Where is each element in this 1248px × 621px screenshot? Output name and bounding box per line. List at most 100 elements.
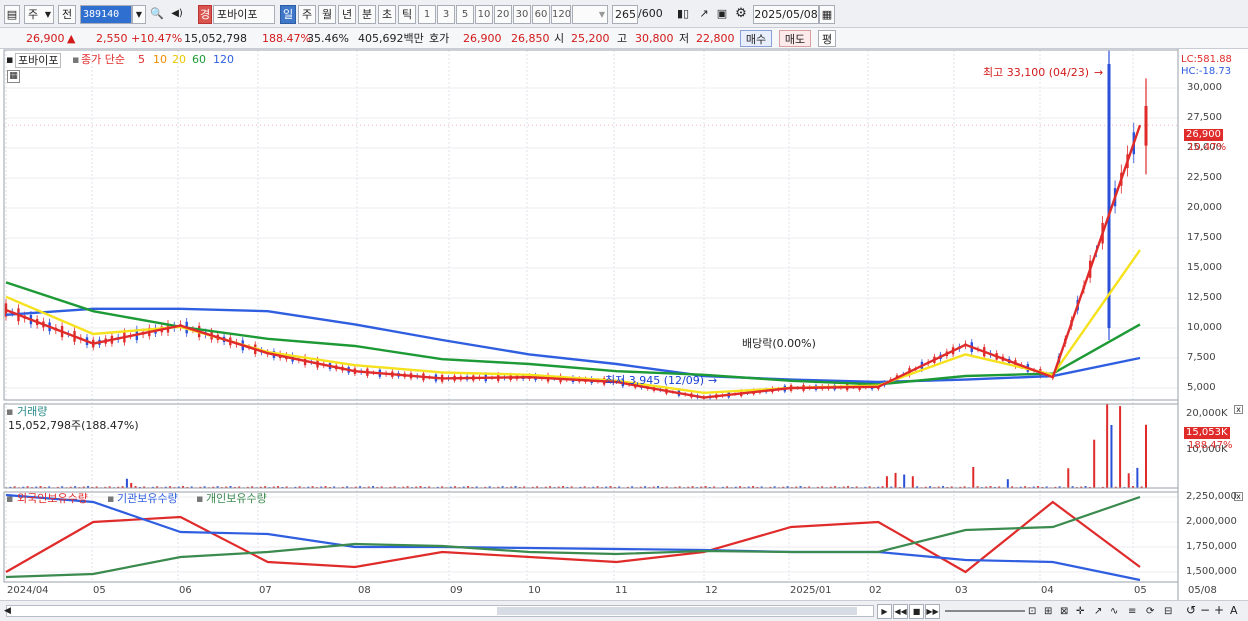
zoom-in-icon[interactable]: + (1214, 604, 1224, 617)
evaluate-button[interactable]: 평 (818, 30, 836, 47)
current-price-tag: 26,900 (1184, 129, 1223, 141)
interval-5-button[interactable]: 5 (456, 5, 474, 24)
panel-marker-icon: ▪ (6, 405, 14, 418)
x-tick-label: 09 (450, 585, 463, 596)
open-label: 시 (554, 32, 565, 45)
period-day-button[interactable]: 일 (280, 5, 296, 24)
ma-line-종가 (5, 124, 1142, 399)
step-forward-icon[interactable]: ▶▶ (925, 604, 940, 619)
horizontal-scrollbar[interactable] (6, 605, 874, 617)
zoom-select-icon[interactable]: ⊠ (1060, 605, 1068, 618)
holding-ytick: 2,250,000 (1186, 491, 1237, 502)
calendar-icon[interactable]: ▦ (819, 5, 835, 24)
interval-30-button[interactable]: 30 (513, 5, 531, 24)
interval-select[interactable]: ▼ (572, 5, 608, 24)
interval-3-button[interactable]: 3 (437, 5, 455, 24)
search-icon[interactable]: 🔍 (149, 5, 165, 24)
sell-button[interactable]: 매도 (779, 30, 811, 47)
period-year-button[interactable]: 년 (338, 5, 356, 24)
x-axis-end-label: 05/08 (1188, 585, 1217, 596)
mode-label: 주 (28, 8, 39, 21)
gear-icon[interactable]: ⚙ (732, 5, 750, 24)
volume-bar (125, 478, 128, 488)
auto-scale-icon[interactable]: A (1230, 604, 1238, 617)
fibo-tool-icon[interactable]: ≡ (1128, 605, 1136, 618)
trade-amount: 405,692백만 (358, 32, 424, 45)
high-label: 고 (617, 32, 628, 45)
reset-icon[interactable]: ↺ (1186, 604, 1196, 617)
price-ytick: 20,000 (1187, 202, 1222, 213)
mode-select[interactable]: 주 ▼ (24, 5, 54, 24)
ask-price: 26,900 (463, 32, 502, 45)
volume-bar (894, 472, 897, 488)
scrollbar-thumb[interactable] (497, 607, 857, 615)
step-back-icon[interactable]: ◀◀ (893, 604, 908, 619)
grid-toggle-icon[interactable]: ▦ (7, 70, 20, 83)
interval-120-button[interactable]: 120 (551, 5, 571, 24)
volume-bar (885, 476, 888, 488)
panel-marker-icon: ▪ (196, 492, 204, 505)
volume-bar (1106, 404, 1109, 488)
price-ytick: 30,000 (1187, 82, 1222, 93)
current-pct-tag: 10.47% (1188, 142, 1227, 153)
trend-tool-icon[interactable]: ↗ (1094, 605, 1102, 618)
volume-bar (911, 476, 914, 488)
close-icon[interactable]: x (1234, 405, 1243, 414)
draw-tool-icon[interactable]: ↗ (695, 5, 713, 24)
speaker-icon[interactable]: ◀) (166, 5, 188, 24)
zoom-slider[interactable] (945, 610, 1025, 612)
volume-bar (1093, 439, 1096, 488)
crosshair-icon[interactable]: ✛ (1076, 605, 1084, 618)
turnover-ratio: 35.46% (307, 32, 349, 45)
price-ytick: 15,000 (1187, 262, 1222, 273)
high-price: 30,800 (635, 32, 674, 45)
date-input[interactable]: 2025/05/08 (753, 5, 819, 24)
zoom-fit-icon[interactable]: ⊡ (1028, 605, 1036, 618)
save-icon[interactable]: ▣ (714, 5, 730, 24)
price-change: 2,550 (96, 32, 128, 45)
scroll-right-icon[interactable]: ▶ (877, 604, 892, 619)
bar-count-input[interactable]: 265 (612, 5, 638, 24)
interval-10-button[interactable]: 10 (475, 5, 493, 24)
hc-label: HC:-18.73 (1181, 66, 1232, 77)
cycle-tool-icon[interactable]: ⟳ (1146, 605, 1154, 618)
legend-institution: 기관보유수량 (117, 492, 178, 505)
holding-ytick: 1,500,000 (1186, 566, 1237, 577)
ruler-tool-icon[interactable]: ⊟ (1164, 605, 1172, 618)
prev-button[interactable]: 전 (58, 5, 76, 24)
stock-code-input[interactable]: 389140 (80, 5, 132, 24)
interval-1-button[interactable]: 1 (418, 5, 436, 24)
period-month-button[interactable]: 월 (318, 5, 336, 24)
low-price: 22,800 (696, 32, 735, 45)
period-week-button[interactable]: 주 (298, 5, 316, 24)
period-tick-button[interactable]: 틱 (398, 5, 416, 24)
low-label: 저 (679, 32, 690, 45)
period-minute-button[interactable]: 분 (358, 5, 376, 24)
stock-name-field[interactable]: 포바이포 (213, 5, 275, 24)
ma-title: 종가 단순 (81, 53, 125, 66)
period-second-button[interactable]: 초 (378, 5, 396, 24)
interval-20-button[interactable]: 20 (494, 5, 512, 24)
x-tick-label: 05 (93, 585, 106, 596)
window-menu-icon[interactable]: ▤ (4, 5, 20, 24)
price-ytick: 12,500 (1187, 292, 1222, 303)
arrow-right-icon: → (1094, 66, 1104, 79)
zoom-box-icon[interactable]: ⊞ (1044, 605, 1052, 618)
ma-line-20 (5, 249, 1141, 395)
buy-button[interactable]: 매수 (740, 30, 772, 47)
stop-icon[interactable]: ■ (909, 604, 924, 619)
candle-type-icon[interactable]: ▮▯ (674, 5, 692, 24)
holding-ytick: 2,000,000 (1186, 516, 1237, 527)
volume-bar (903, 474, 906, 488)
stock-chart[interactable] (0, 49, 1248, 600)
chevron-down-icon[interactable]: ▼ (132, 5, 146, 24)
wave-tool-icon[interactable]: ∿ (1110, 605, 1118, 618)
legend-individual: 개인보유수량 (206, 492, 267, 505)
scroll-left-icon[interactable]: ◀ (4, 605, 11, 618)
zoom-out-icon[interactable]: − (1200, 604, 1210, 617)
interval-60-button[interactable]: 60 (532, 5, 550, 24)
individual-holding-line (5, 495, 1141, 579)
panel-frame (3, 403, 1179, 489)
ma-10-label: 10 (153, 53, 167, 66)
panel-frame (3, 49, 1179, 401)
